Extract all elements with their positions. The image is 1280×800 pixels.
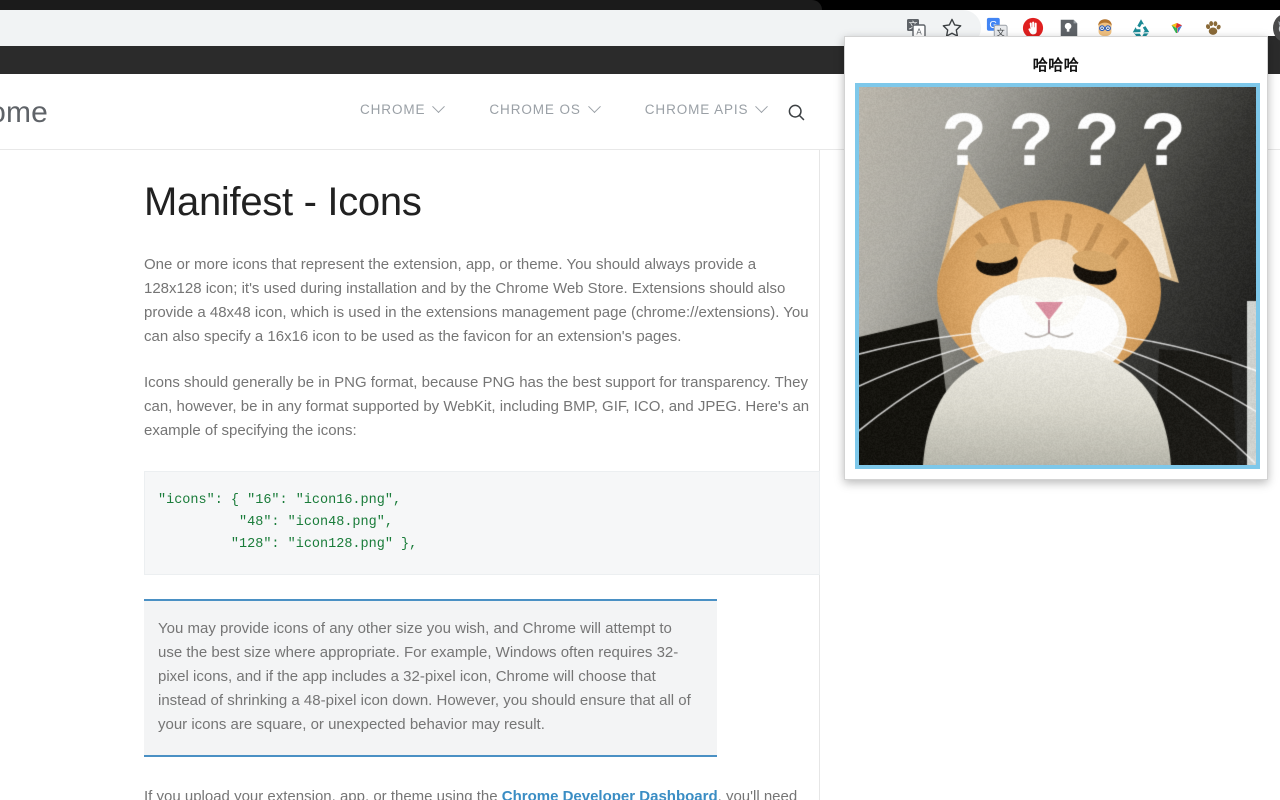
nav-item-chrome-os[interactable]: CHROME OS	[489, 102, 598, 117]
omnibox[interactable]	[0, 10, 981, 46]
nav-item-chrome-apis-label: CHROME APIS	[645, 102, 749, 117]
site-logo[interactable]: hrome	[0, 96, 48, 130]
nav-item-chrome-os-label: CHROME OS	[489, 102, 580, 117]
popup-title: 哈哈哈	[845, 37, 1267, 75]
site-nav: CHROME CHROME OS CHROME APIS	[360, 102, 766, 117]
paragraph-upload: If you upload your extension, app, or th…	[144, 785, 812, 800]
note-callout: You may provide icons of any other size …	[144, 599, 717, 757]
paragraph-upload-text-1: If you upload your extension, app, or th…	[144, 788, 502, 800]
popup-image-frame	[855, 83, 1260, 469]
profile-avatar[interactable]	[1273, 16, 1280, 40]
note-callout-text: You may provide icons of any other size …	[158, 617, 699, 737]
chevron-down-icon	[433, 100, 446, 113]
cat-avatar-icon	[1273, 14, 1280, 42]
nav-item-chrome[interactable]: CHROME	[360, 102, 443, 117]
link-chrome-developer-dashboard[interactable]: Chrome Developer Dashboard	[502, 788, 718, 800]
article-column: Manifest - Icons One or more icons that …	[0, 150, 820, 800]
active-tab[interactable]	[0, 0, 822, 10]
code-block-icons-manifest: "icons": { "16": "icon16.png", "48": "ic…	[144, 471, 820, 575]
tab-strip	[0, 0, 1280, 10]
paragraph-formats: Icons should generally be in PNG format,…	[144, 371, 812, 443]
paragraph-intro: One or more icons that represent the ext…	[144, 253, 812, 349]
chevron-down-icon	[756, 100, 769, 113]
page-title: Manifest - Icons	[144, 180, 819, 225]
confused-cat-image	[859, 87, 1256, 465]
chevron-down-icon	[588, 100, 601, 113]
nav-item-chrome-label: CHROME	[360, 102, 425, 117]
extension-popup[interactable]: 哈哈哈	[844, 36, 1268, 480]
search-icon[interactable]	[786, 102, 807, 128]
nav-item-chrome-apis[interactable]: CHROME APIS	[645, 102, 767, 117]
